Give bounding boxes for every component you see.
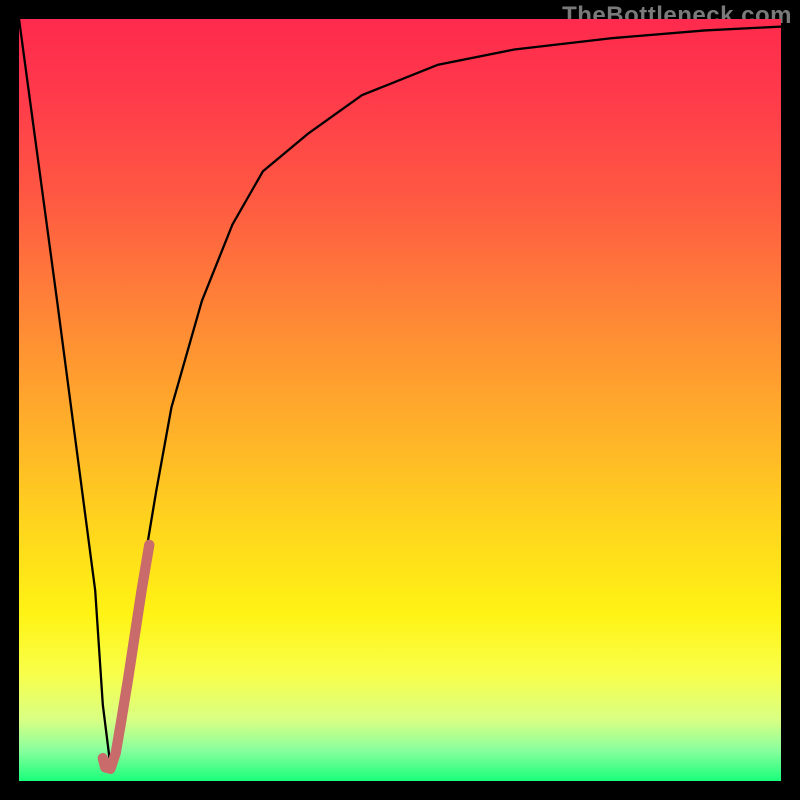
plot-svg [19,19,781,781]
plot-area [19,19,781,781]
chart-frame: TheBottleneck.com [0,0,800,800]
segment-pink [103,545,149,769]
